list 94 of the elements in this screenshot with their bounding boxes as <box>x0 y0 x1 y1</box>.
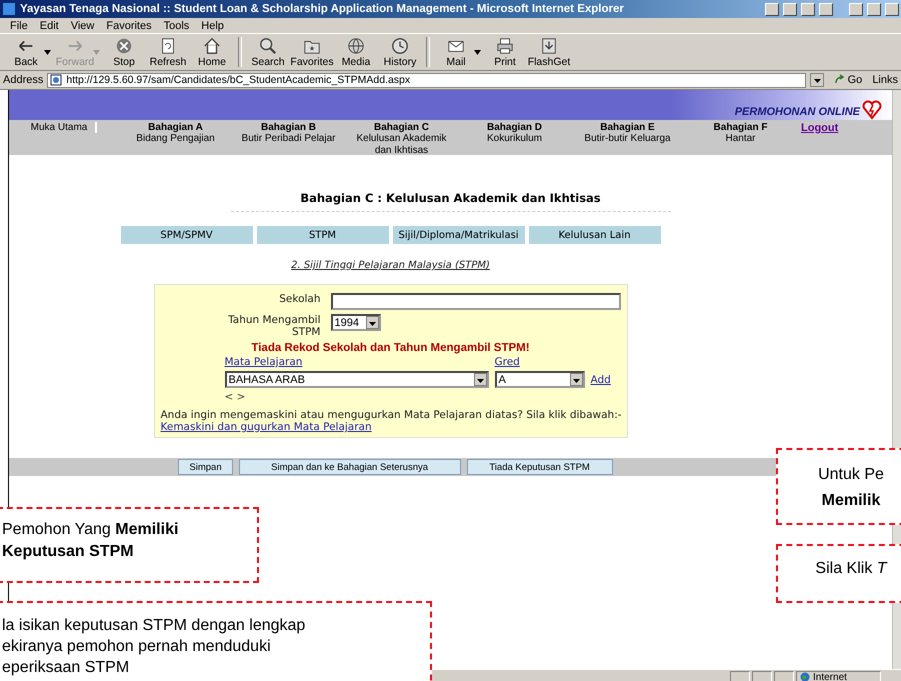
callout-text: la isikan keputusan STPM dengan lengkap <box>2 616 306 636</box>
globe-icon <box>800 672 810 681</box>
callout-text: Sila Klik T <box>814 559 888 579</box>
toolbar-button[interactable]: Refresh <box>146 36 190 68</box>
nav-section-title[interactable]: Bahagian B <box>260 122 316 133</box>
toolbar-button[interactable]: Home <box>190 36 234 68</box>
dropdown-button[interactable] <box>810 73 824 87</box>
nav-section-subtitle: Kokurikulum <box>486 133 542 145</box>
nav-section-title[interactable]: Bahagian E <box>600 122 655 133</box>
curved-arrow-icon <box>834 74 846 86</box>
nav-section-subtitle: Hantar <box>725 133 756 145</box>
add-link[interactable]: Add <box>590 374 611 386</box>
browser-icon <box>2 2 16 16</box>
school-field[interactable] <box>330 293 620 310</box>
callout-text: ekiranya pemohon pernah menduduki <box>2 637 272 657</box>
magnifier-icon <box>259 36 277 54</box>
caret-icon[interactable] <box>44 50 51 54</box>
nav-section-subtitle: Kelulusan Akademik dan Ikhtisas <box>356 133 447 157</box>
callout-text: eperiksaan STPM <box>2 658 130 678</box>
status-pane <box>730 670 750 681</box>
menu-item[interactable]: Tools <box>158 20 196 32</box>
error-message: Tiada Rekod Sekolah dan Tahun Mengambil STPM! <box>250 342 531 354</box>
toolbar-button[interactable]: Search <box>246 36 290 68</box>
year-select[interactable]: 1994 <box>330 314 380 331</box>
instruction-text: Anda ingin mengemaskini atau mengugurkan Mata Pelajaran diatas? Sila klik dibawah:- <box>160 409 620 421</box>
window-title: Yayasan Tenaga Nasional :: Student Loan & Scholarship Application Management - Microsoft Internet Explorer <box>20 3 625 15</box>
nav-section-subtitle: Bidang Pengajian <box>136 133 215 145</box>
form-button[interactable]: Simpan dan ke Bahagian Seterusnya <box>238 459 461 475</box>
status-pane <box>774 670 794 681</box>
callout-text: Pemohon Yang Memiliki <box>2 520 180 540</box>
nav-section-title[interactable]: Bahagian C <box>374 122 429 133</box>
refresh-icon <box>159 36 177 54</box>
toolbar-button[interactable]: Favorites <box>290 36 334 68</box>
field-label: Sekolah <box>278 293 320 305</box>
tray-icon[interactable] <box>801 2 815 16</box>
nav-section-title[interactable]: Bahagian D <box>486 122 542 133</box>
subject-select[interactable]: BAHASA ARAB <box>224 371 488 388</box>
toolbar-button[interactable]: Stop <box>102 36 146 68</box>
caret-icon[interactable] <box>474 50 481 54</box>
column-header-link[interactable]: Gred <box>494 356 584 368</box>
clock-icon <box>391 36 409 54</box>
go-button[interactable]: Go <box>828 74 868 86</box>
tab[interactable]: Kelulusan Lain <box>528 226 660 244</box>
tab[interactable]: SPM/SPMV <box>120 226 252 244</box>
callout-text: Keputusan STPM <box>2 542 135 562</box>
printer-icon <box>496 36 514 54</box>
nav-link[interactable]: Muka Utama <box>30 122 98 133</box>
menu-item[interactable]: View <box>64 20 100 32</box>
logout-link[interactable]: Logout <box>797 120 838 155</box>
nav-section-title[interactable]: Bahagian F <box>714 122 768 133</box>
nav-section-subtitle: Butir Peribadi Pelajar <box>242 133 336 145</box>
column-header-link[interactable]: Mata Pelajaran <box>224 356 488 368</box>
page-icon <box>50 74 62 86</box>
field-label: Tahun Mengambil STPM <box>227 314 320 338</box>
menu-item[interactable]: Help <box>195 20 230 32</box>
tray-icon[interactable] <box>765 2 779 16</box>
minimize-button[interactable] <box>849 2 863 16</box>
logo-icon <box>862 100 882 120</box>
house-icon <box>203 36 221 54</box>
page-heading: Bahagian C : Kelulusan Akademik dan Ikhtisas <box>230 191 670 212</box>
toolbar-button[interactable]: Back <box>4 36 48 68</box>
stop-icon <box>115 36 133 54</box>
form-button[interactable]: Tiada Keputusan STPM <box>466 459 613 475</box>
globe-icon <box>347 36 365 54</box>
status-pane <box>752 670 772 681</box>
tab[interactable]: Sijil/Diploma/Matrikulasi <box>392 226 524 244</box>
tab[interactable]: STPM <box>256 226 388 244</box>
tray-icon[interactable] <box>783 2 797 16</box>
address-field[interactable]: http://129.5.60.97/sam/Candidates/bC_StudentAcademic_STPMAdd.aspx <box>47 72 806 88</box>
callout-text: Untuk Pe <box>817 465 885 485</box>
grade-select[interactable]: A <box>494 371 584 388</box>
nav-section-title[interactable]: Bahagian A <box>148 122 203 133</box>
toolbar-button[interactable]: History <box>378 36 422 68</box>
callout-text: Memilik <box>820 491 882 511</box>
pager-links[interactable]: < > <box>224 391 488 403</box>
restore-button[interactable] <box>867 2 881 16</box>
toolbar-button[interactable]: Print <box>483 36 527 68</box>
menu-item[interactable]: File <box>4 20 34 32</box>
section-subtitle: 2. Sijil Tinggi Pelajaran Malaysia (STPM) <box>291 260 490 271</box>
menu-item[interactable]: Favorites <box>100 20 158 32</box>
download-box-icon <box>540 36 558 54</box>
menu-item[interactable]: Edit <box>34 20 65 32</box>
form-button[interactable]: Simpan <box>178 459 233 475</box>
toolbar-button[interactable]: Media <box>334 36 378 68</box>
toolbar-button[interactable]: FlashGet <box>527 36 571 68</box>
zone-label: Internet <box>813 672 847 681</box>
close-button[interactable] <box>885 2 899 16</box>
banner-title: PERMOHONAN ONLINE <box>734 106 860 120</box>
tray-icon[interactable] <box>819 2 833 16</box>
toolbar-button[interactable]: Mail <box>434 36 478 68</box>
links-button[interactable]: Links <box>872 74 898 86</box>
address-label: Address <box>3 74 44 86</box>
nav-section-subtitle: Butir-butir Keluarga <box>584 133 671 145</box>
update-link[interactable]: Kemaskini dan gugurkan Mata Pelajaran <box>160 421 372 433</box>
